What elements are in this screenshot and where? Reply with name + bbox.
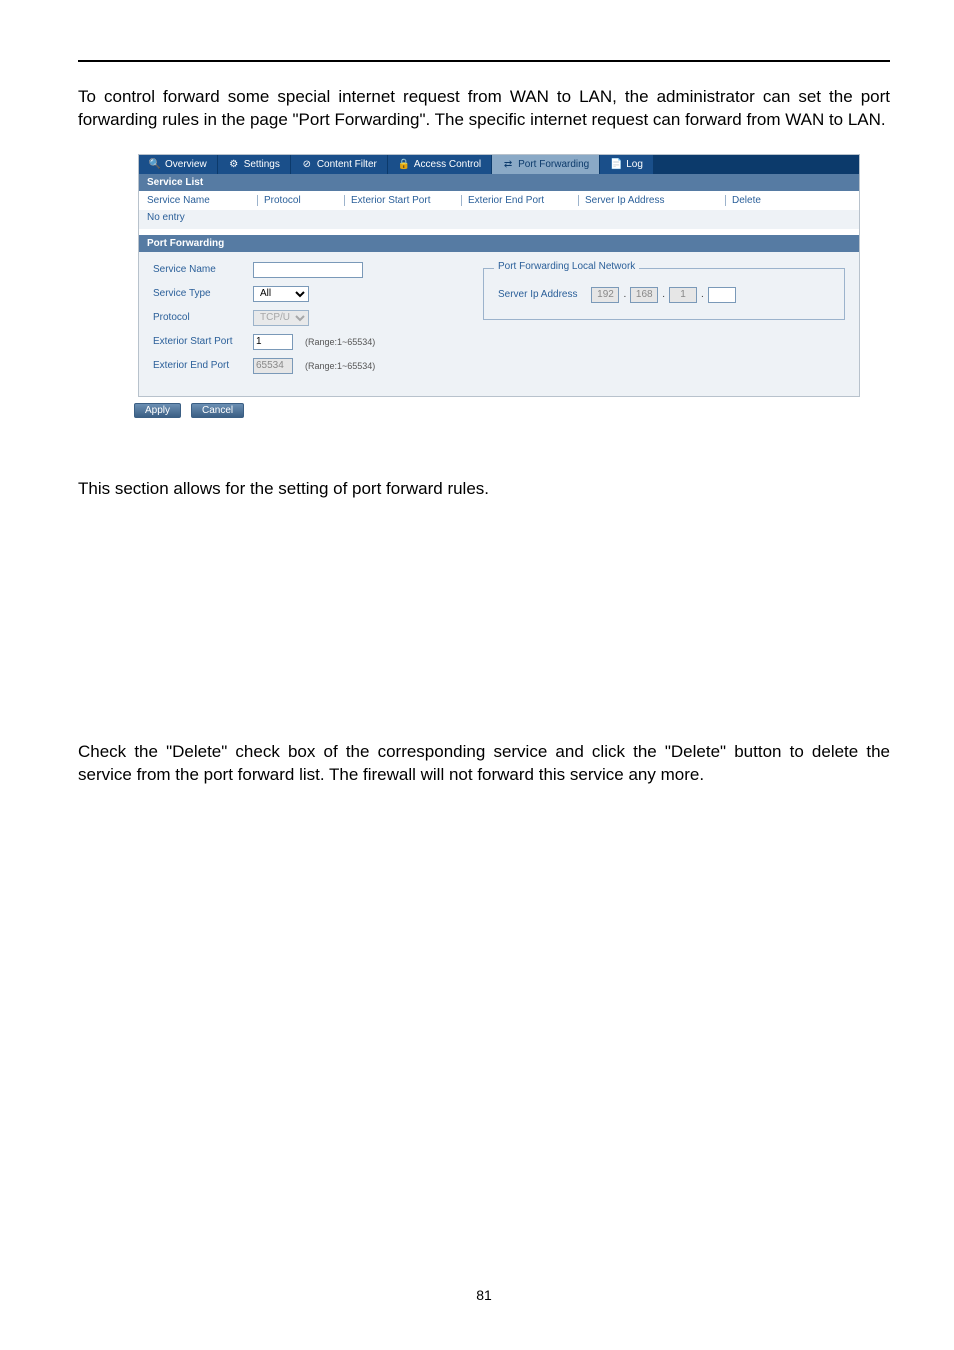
select-service-type[interactable]: All: [253, 286, 309, 302]
tab-label: Overview: [165, 159, 207, 170]
paragraph-setting-rules: This section allows for the setting of p…: [78, 478, 890, 501]
tab-label: Port Forwarding: [518, 159, 589, 170]
dot-icon: .: [623, 289, 626, 300]
fieldset-local-network: Port Forwarding Local Network Server Ip …: [483, 268, 845, 320]
col-server-ip: Server Ip Address: [578, 195, 715, 206]
tab-overview[interactable]: 🔍 Overview: [139, 155, 218, 174]
ip-octet-4[interactable]: [708, 287, 736, 303]
tab-label: Log: [626, 159, 643, 170]
apply-button[interactable]: Apply: [134, 403, 181, 418]
label-protocol: Protocol: [153, 312, 253, 323]
label-service-type: Service Type: [153, 288, 253, 299]
exchange-icon: ⇄: [502, 158, 514, 170]
hint-range-start: (Range:1~65534): [305, 337, 375, 347]
tab-bar: 🔍 Overview ⚙ Settings ⊘ Content Filter 🔒…: [139, 155, 859, 174]
tab-label: Content Filter: [317, 159, 377, 170]
dot-icon: .: [662, 289, 665, 300]
col-protocol: Protocol: [257, 195, 334, 206]
page-number: 81: [78, 1287, 890, 1303]
tab-access-control[interactable]: 🔒 Access Control: [388, 155, 492, 174]
label-server-ip: Server Ip Address: [498, 289, 577, 300]
input-ext-end: [253, 358, 293, 374]
tab-settings[interactable]: ⚙ Settings: [218, 155, 291, 174]
fieldset-legend: Port Forwarding Local Network: [494, 261, 639, 272]
tab-label: Settings: [244, 159, 280, 170]
col-service-name: Service Name: [147, 195, 247, 206]
label-ext-start: Exterior Start Port: [153, 336, 253, 347]
port-forwarding-header: Port Forwarding: [139, 235, 859, 252]
gear-icon: ⚙: [228, 158, 240, 170]
ip-octet-2: [630, 287, 658, 303]
screenshot-port-forwarding: 🔍 Overview ⚙ Settings ⊘ Content Filter 🔒…: [138, 154, 860, 397]
port-forwarding-form: Service Name Service Type All Protocol T…: [139, 252, 859, 396]
col-ext-end: Exterior End Port: [461, 195, 568, 206]
ip-octet-3: [669, 287, 697, 303]
top-divider: [78, 60, 890, 62]
col-ext-start: Exterior Start Port: [344, 195, 451, 206]
hint-range-end: (Range:1~65534): [305, 361, 375, 371]
service-list-header: Service List: [139, 174, 859, 191]
no-entry-row: No entry: [139, 210, 859, 229]
tab-content-filter[interactable]: ⊘ Content Filter: [291, 155, 388, 174]
tab-log[interactable]: 📄 Log: [600, 155, 654, 174]
select-protocol: TCP/UDP: [253, 310, 309, 326]
input-ext-start[interactable]: [253, 334, 293, 350]
col-delete: Delete: [725, 195, 792, 206]
tab-port-forwarding[interactable]: ⇄ Port Forwarding: [492, 155, 600, 174]
cancel-button[interactable]: Cancel: [191, 403, 244, 418]
log-icon: 📄: [610, 158, 622, 170]
service-list-columns: Service Name Protocol Exterior Start Por…: [139, 191, 859, 210]
paragraph-delete: Check the "Delete" check box of the corr…: [78, 741, 890, 787]
tab-label: Access Control: [414, 159, 481, 170]
intro-paragraph: To control forward some special internet…: [78, 86, 890, 132]
magnifier-icon: 🔍: [149, 158, 161, 170]
dot-icon: .: [701, 289, 704, 300]
filter-icon: ⊘: [301, 158, 313, 170]
label-service-name: Service Name: [153, 264, 253, 275]
label-ext-end: Exterior End Port: [153, 360, 253, 371]
input-service-name[interactable]: [253, 262, 363, 278]
ip-octet-1: [591, 287, 619, 303]
lock-icon: 🔒: [398, 158, 410, 170]
